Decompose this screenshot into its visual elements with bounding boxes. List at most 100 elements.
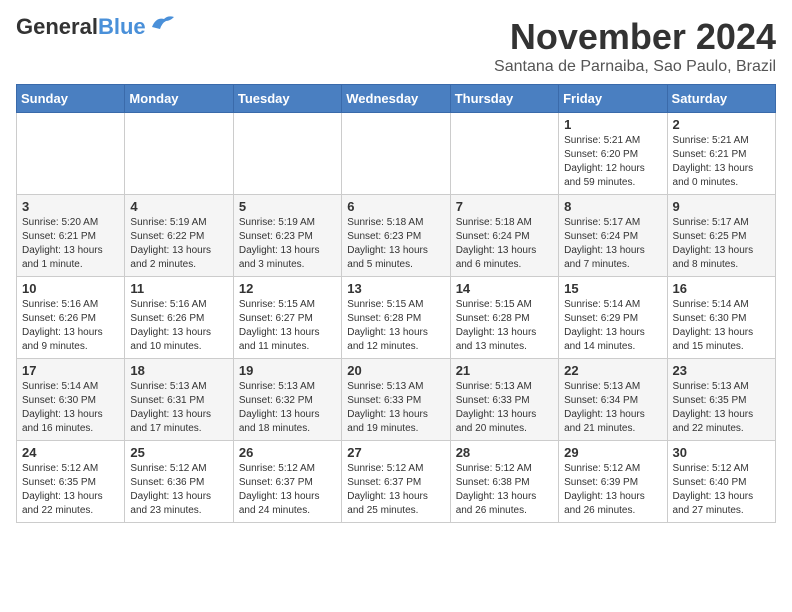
day-info: Sunrise: 5:13 AM Sunset: 6:33 PM Dayligh… (456, 380, 553, 436)
day-info: Sunrise: 5:14 AM Sunset: 6:29 PM Dayligh… (564, 298, 661, 354)
calendar-cell: 29 Sunrise: 5:12 AM Sunset: 6:39 PM Dayli… (559, 441, 667, 523)
calendar-cell: 23 Sunrise: 5:13 AM Sunset: 6:35 PM Dayli… (667, 359, 775, 441)
calendar-cell: 26Sunrise: 5:12 AM Sunset: 6:37 PM Dayli… (233, 441, 341, 523)
calendar-week-3: 10 Sunrise: 5:16 AM Sunset: 6:26 PM Dayli… (17, 277, 776, 359)
calendar-cell: 18Sunrise: 5:13 AM Sunset: 6:31 PM Dayli… (125, 359, 233, 441)
calendar-table: SundayMondayTuesdayWednesdayThursdayFrid… (16, 84, 776, 523)
calendar-cell: 15 Sunrise: 5:14 AM Sunset: 6:29 PM Dayli… (559, 277, 667, 359)
calendar-cell: 1Sunrise: 5:21 AM Sunset: 6:20 PM Daylig… (559, 113, 667, 195)
day-number: 5 (239, 199, 336, 214)
calendar-cell: 22 Sunrise: 5:13 AM Sunset: 6:34 PM Dayli… (559, 359, 667, 441)
weekday-header-monday: Monday (125, 85, 233, 113)
logo-text: GeneralBlue (16, 16, 146, 38)
day-number: 14 (456, 281, 553, 296)
calendar-cell: 20 Sunrise: 5:13 AM Sunset: 6:33 PM Dayli… (342, 359, 450, 441)
day-number: 1 (564, 117, 661, 132)
day-number: 24 (22, 445, 119, 460)
day-number: 29 (564, 445, 661, 460)
day-number: 21 (456, 363, 553, 378)
day-number: 22 (564, 363, 661, 378)
day-info: Sunrise: 5:18 AM Sunset: 6:24 PM Dayligh… (456, 216, 553, 272)
day-number: 3 (22, 199, 119, 214)
day-info: Sunrise: 5:17 AM Sunset: 6:24 PM Dayligh… (564, 216, 661, 272)
day-info: Sunrise: 5:12 AM Sunset: 6:38 PM Dayligh… (456, 462, 553, 518)
calendar-week-1: 1Sunrise: 5:21 AM Sunset: 6:20 PM Daylig… (17, 113, 776, 195)
day-info: Sunrise: 5:14 AM Sunset: 6:30 PM Dayligh… (673, 298, 770, 354)
day-info: Sunrise: 5:20 AM Sunset: 6:21 PM Dayligh… (22, 216, 119, 272)
calendar-cell: 10 Sunrise: 5:16 AM Sunset: 6:26 PM Dayli… (17, 277, 125, 359)
day-info: Sunrise: 5:17 AM Sunset: 6:25 PM Dayligh… (673, 216, 770, 272)
weekday-header-row: SundayMondayTuesdayWednesdayThursdayFrid… (17, 85, 776, 113)
day-info: Sunrise: 5:12 AM Sunset: 6:39 PM Dayligh… (564, 462, 661, 518)
weekday-header-sunday: Sunday (17, 85, 125, 113)
day-number: 17 (22, 363, 119, 378)
day-number: 8 (564, 199, 661, 214)
weekday-header-wednesday: Wednesday (342, 85, 450, 113)
day-info: Sunrise: 5:12 AM Sunset: 6:35 PM Dayligh… (22, 462, 119, 518)
day-info: Sunrise: 5:13 AM Sunset: 6:33 PM Dayligh… (347, 380, 444, 436)
day-info: Sunrise: 5:16 AM Sunset: 6:26 PM Dayligh… (130, 298, 227, 354)
calendar-week-5: 24 Sunrise: 5:12 AM Sunset: 6:35 PM Dayli… (17, 441, 776, 523)
day-info: Sunrise: 5:12 AM Sunset: 6:37 PM Dayligh… (239, 462, 336, 518)
calendar-cell (233, 113, 341, 195)
calendar-cell: 12 Sunrise: 5:15 AM Sunset: 6:27 PM Dayli… (233, 277, 341, 359)
calendar-cell: 8 Sunrise: 5:17 AM Sunset: 6:24 PM Daylig… (559, 195, 667, 277)
day-number: 20 (347, 363, 444, 378)
day-info: Sunrise: 5:12 AM Sunset: 6:36 PM Dayligh… (130, 462, 227, 518)
day-info: Sunrise: 5:15 AM Sunset: 6:28 PM Dayligh… (347, 298, 444, 354)
weekday-header-thursday: Thursday (450, 85, 558, 113)
day-number: 15 (564, 281, 661, 296)
weekday-header-friday: Friday (559, 85, 667, 113)
day-info: Sunrise: 5:12 AM Sunset: 6:40 PM Dayligh… (673, 462, 770, 518)
calendar-cell: 7 Sunrise: 5:18 AM Sunset: 6:24 PM Daylig… (450, 195, 558, 277)
day-info: Sunrise: 5:14 AM Sunset: 6:30 PM Dayligh… (22, 380, 119, 436)
day-number: 7 (456, 199, 553, 214)
calendar-cell: 21 Sunrise: 5:13 AM Sunset: 6:33 PM Dayli… (450, 359, 558, 441)
day-info: Sunrise: 5:13 AM Sunset: 6:32 PM Dayligh… (239, 380, 336, 436)
calendar-cell: 3 Sunrise: 5:20 AM Sunset: 6:21 PM Daylig… (17, 195, 125, 277)
day-number: 25 (130, 445, 227, 460)
day-number: 30 (673, 445, 770, 460)
calendar-cell: 19Sunrise: 5:13 AM Sunset: 6:32 PM Dayli… (233, 359, 341, 441)
calendar-cell (450, 113, 558, 195)
calendar-cell: 9Sunrise: 5:17 AM Sunset: 6:25 PM Daylig… (667, 195, 775, 277)
day-number: 4 (130, 199, 227, 214)
calendar-cell: 5 Sunrise: 5:19 AM Sunset: 6:23 PM Daylig… (233, 195, 341, 277)
calendar-cell: 4Sunrise: 5:19 AM Sunset: 6:22 PM Daylig… (125, 195, 233, 277)
day-info: Sunrise: 5:13 AM Sunset: 6:35 PM Dayligh… (673, 380, 770, 436)
calendar-cell (17, 113, 125, 195)
calendar-cell: 17 Sunrise: 5:14 AM Sunset: 6:30 PM Dayli… (17, 359, 125, 441)
day-info: Sunrise: 5:15 AM Sunset: 6:28 PM Dayligh… (456, 298, 553, 354)
day-info: Sunrise: 5:15 AM Sunset: 6:27 PM Dayligh… (239, 298, 336, 354)
logo: GeneralBlue (16, 16, 176, 38)
calendar-cell: 16 Sunrise: 5:14 AM Sunset: 6:30 PM Dayli… (667, 277, 775, 359)
day-info: Sunrise: 5:18 AM Sunset: 6:23 PM Dayligh… (347, 216, 444, 272)
calendar-cell: 13 Sunrise: 5:15 AM Sunset: 6:28 PM Dayli… (342, 277, 450, 359)
calendar-cell: 30 Sunrise: 5:12 AM Sunset: 6:40 PM Dayli… (667, 441, 775, 523)
day-info: Sunrise: 5:21 AM Sunset: 6:21 PM Dayligh… (673, 134, 770, 190)
day-number: 13 (347, 281, 444, 296)
day-info: Sunrise: 5:19 AM Sunset: 6:23 PM Dayligh… (239, 216, 336, 272)
title-area: November 2024 Santana de Parnaiba, Sao P… (494, 16, 776, 76)
day-number: 18 (130, 363, 227, 378)
logo-bird-icon (148, 13, 176, 33)
calendar-cell: 24 Sunrise: 5:12 AM Sunset: 6:35 PM Dayli… (17, 441, 125, 523)
day-number: 28 (456, 445, 553, 460)
day-number: 2 (673, 117, 770, 132)
page-header: GeneralBlue November 2024 Santana de Par… (16, 16, 776, 76)
day-number: 12 (239, 281, 336, 296)
day-number: 6 (347, 199, 444, 214)
day-info: Sunrise: 5:13 AM Sunset: 6:34 PM Dayligh… (564, 380, 661, 436)
day-number: 16 (673, 281, 770, 296)
day-number: 23 (673, 363, 770, 378)
day-number: 11 (130, 281, 227, 296)
day-number: 10 (22, 281, 119, 296)
calendar-cell (342, 113, 450, 195)
calendar-cell: 25 Sunrise: 5:12 AM Sunset: 6:36 PM Dayli… (125, 441, 233, 523)
calendar-cell: 14 Sunrise: 5:15 AM Sunset: 6:28 PM Dayli… (450, 277, 558, 359)
month-title: November 2024 (494, 16, 776, 58)
calendar-week-2: 3 Sunrise: 5:20 AM Sunset: 6:21 PM Daylig… (17, 195, 776, 277)
day-info: Sunrise: 5:16 AM Sunset: 6:26 PM Dayligh… (22, 298, 119, 354)
calendar-cell: 28 Sunrise: 5:12 AM Sunset: 6:38 PM Dayli… (450, 441, 558, 523)
calendar-cell (125, 113, 233, 195)
